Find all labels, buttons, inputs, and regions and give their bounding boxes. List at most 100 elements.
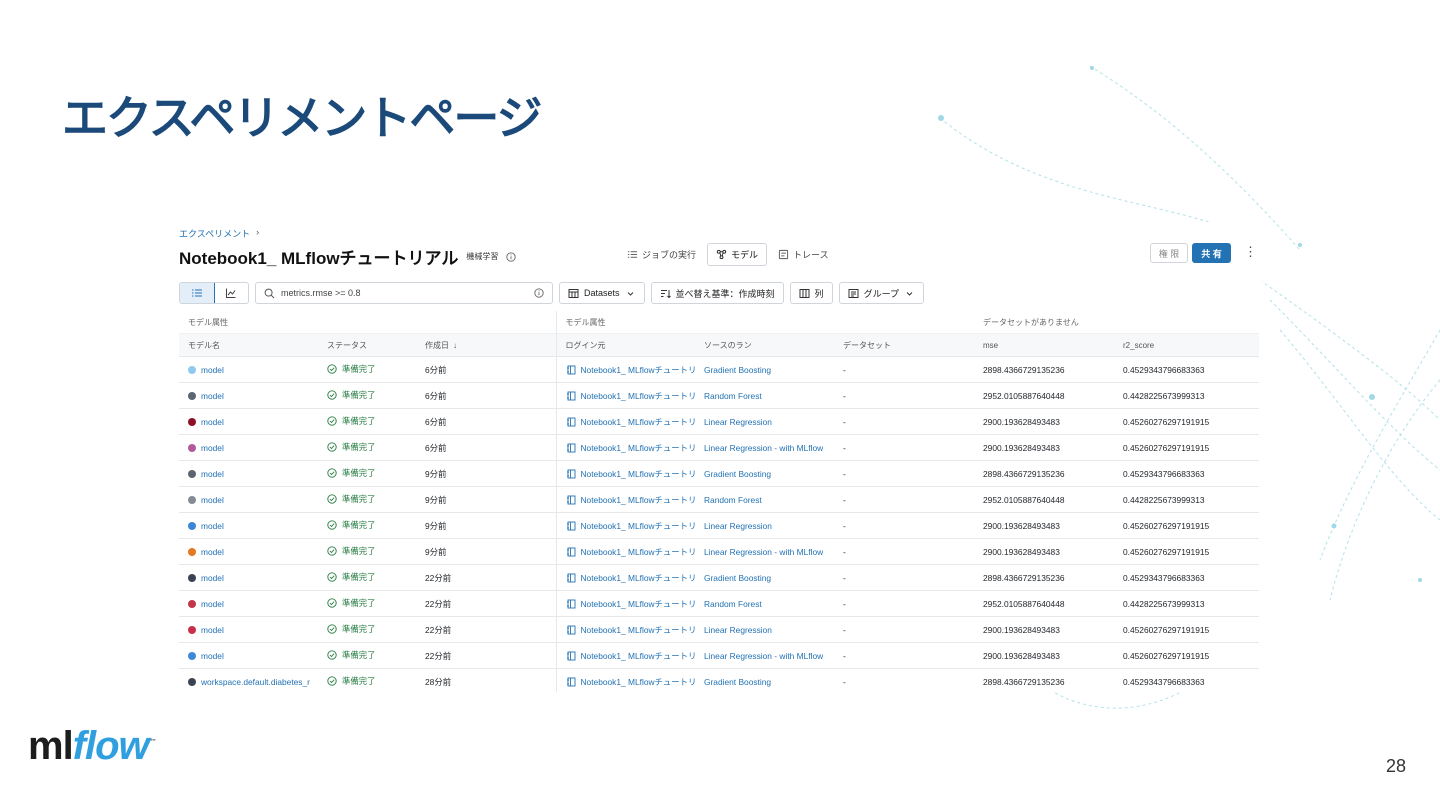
table-row[interactable]: model 準備完了 9分前 Notebook1_ MLflowチュートリ Gradie… [179,460,1260,487]
tab-traces[interactable]: トレース [769,243,838,266]
model-name-link[interactable]: model [201,651,224,661]
source-run-link[interactable]: Gradient Boosting [704,573,771,583]
datasets-dropdown[interactable]: Datasets [559,282,645,304]
model-name-cell[interactable]: model [179,590,318,617]
logged-from-cell[interactable]: Notebook1_ MLflowチュートリ [556,668,696,692]
chart-view-button[interactable] [214,283,248,303]
logged-from-cell[interactable]: Notebook1_ MLflowチュートリ [556,642,696,669]
group-dropdown[interactable]: グループ [838,282,925,304]
logged-from-cell[interactable]: Notebook1_ MLflowチュートリ [556,512,696,539]
source-run-link[interactable]: Gradient Boosting [704,365,771,375]
column-header[interactable]: ログイン元 [556,333,695,357]
model-name-cell[interactable]: model [179,538,318,565]
list-view-button[interactable] [180,283,215,303]
model-name-link[interactable]: model [201,365,224,375]
model-name-cell[interactable]: model [179,356,318,383]
notebook-link[interactable]: Notebook1_ MLflowチュートリ [581,521,696,531]
logged-from-cell[interactable]: Notebook1_ MLflowチュートリ [556,460,696,487]
source-run-cell[interactable]: Linear Regression [695,512,834,539]
table-row[interactable]: model 準備完了 22分前 Notebook1_ MLflowチュートリ Linea… [179,616,1260,643]
logged-from-cell[interactable]: Notebook1_ MLflowチュートリ [556,486,696,513]
source-run-link[interactable]: Random Forest [704,599,762,609]
source-run-link[interactable]: Linear Regression - with MLflow [704,443,823,453]
source-run-cell[interactable]: Gradient Boosting [695,460,834,487]
source-run-cell[interactable]: Linear Regression [695,616,834,643]
source-run-link[interactable]: Linear Regression [704,417,772,427]
columns-button[interactable]: 列 [789,282,833,304]
source-run-link[interactable]: Gradient Boosting [704,469,771,479]
notebook-link[interactable]: Notebook1_ MLflowチュートリ [581,391,696,401]
notebook-link[interactable]: Notebook1_ MLflowチュートリ [581,443,696,453]
tab-runs[interactable]: ジョブの実行 [618,243,705,266]
column-header[interactable]: ソースのラン [695,333,834,357]
source-run-cell[interactable]: Gradient Boosting [695,356,834,383]
notebook-link[interactable]: Notebook1_ MLflowチュートリ [581,417,696,427]
tab-models[interactable]: モデル [707,243,768,266]
model-name-cell[interactable]: model [179,434,318,461]
experiment-tag[interactable]: 機械学習 [466,251,498,262]
model-name-link[interactable]: model [201,469,224,479]
column-header[interactable]: モデル名 [179,333,318,357]
table-row[interactable]: model 準備完了 22分前 Notebook1_ MLflowチュートリ Rando… [179,590,1260,617]
source-run-cell[interactable]: Linear Regression - with MLflow [695,434,834,461]
source-run-link[interactable]: Random Forest [704,391,762,401]
notebook-link[interactable]: Notebook1_ MLflowチュートリ [581,677,696,687]
search-info-icon[interactable] [534,288,544,298]
logged-from-cell[interactable]: Notebook1_ MLflowチュートリ [556,564,695,591]
table-row[interactable]: model 準備完了 6分前 Notebook1_ MLflowチュートリ Gradie… [179,356,1260,383]
notebook-link[interactable]: Notebook1_ MLflowチュートリ [581,625,696,635]
table-row[interactable]: model 準備完了 22分前 Notebook1_ MLflowチュートリ Linea… [179,642,1260,669]
notebook-link[interactable]: Notebook1_ MLflowチュートリ [581,599,696,609]
column-header[interactable]: r2_score [1114,333,1260,357]
column-header-created[interactable]: 作成日 ↓ [416,333,557,357]
model-name-cell[interactable]: model [179,564,318,591]
logged-from-cell[interactable]: Notebook1_ MLflowチュートリ [556,382,696,409]
table-row[interactable]: model 準備完了 9分前 Notebook1_ MLflowチュートリ Linear… [179,538,1260,565]
logged-from-cell[interactable]: Notebook1_ MLflowチュートリ [556,590,696,617]
source-run-link[interactable]: Linear Regression - with MLflow [704,651,823,661]
model-name-cell[interactable]: model [179,642,318,669]
notebook-link[interactable]: Notebook1_ MLflowチュートリ [581,547,696,557]
model-name-cell[interactable]: model [179,512,318,539]
sort-button[interactable]: 並べ替え基準：作成時刻 [650,282,784,304]
model-name-link[interactable]: model [201,547,224,557]
table-row[interactable]: model 準備完了 6分前 Notebook1_ MLflowチュートリ Random… [179,382,1260,409]
source-run-link[interactable]: Linear Regression [704,521,772,531]
breadcrumb-experiments-link[interactable]: エクスペリメント [179,227,250,240]
model-name-link[interactable]: model [201,391,224,401]
model-name-link[interactable]: model [201,417,224,427]
model-name-cell[interactable]: model [179,616,318,643]
more-options-icon[interactable]: ⋮ [1244,244,1257,260]
table-row[interactable]: model 準備完了 9分前 Notebook1_ MLflowチュートリ Random… [179,486,1260,513]
model-name-link[interactable]: workspace.default.diabetes_r [201,677,310,687]
logged-from-cell[interactable]: Notebook1_ MLflowチュートリ [556,408,696,435]
notebook-link[interactable]: Notebook1_ MLflowチュートリ [581,469,696,479]
model-name-link[interactable]: model [201,573,224,583]
model-name-link[interactable]: model [201,495,224,505]
source-run-cell[interactable]: Random Forest [695,382,834,409]
source-run-cell[interactable]: Linear Regression - with MLflow [695,538,834,565]
model-name-link[interactable]: model [201,521,224,531]
source-run-link[interactable]: Linear Regression - with MLflow [704,547,823,557]
logged-from-cell[interactable]: Notebook1_ MLflowチュートリ [556,356,696,383]
model-name-cell[interactable]: model [179,486,318,513]
logged-from-cell[interactable]: Notebook1_ MLflowチュートリ [556,538,696,565]
source-run-cell[interactable]: Random Forest [695,590,834,617]
notebook-link[interactable]: Notebook1_ MLflowチュートリ [581,651,696,661]
table-row[interactable]: model 準備完了 6分前 Notebook1_ MLflowチュートリ Linear… [179,434,1260,461]
notebook-link[interactable]: Notebook1_ MLflowチュートリ [581,365,696,375]
source-run-link[interactable]: Gradient Boosting [704,677,771,687]
source-run-cell[interactable]: Random Forest [695,486,834,513]
model-name-cell[interactable]: workspace.default.diabetes_r [179,668,318,692]
search-input[interactable]: metrics.rmse >= 0.8 [255,282,553,304]
model-name-link[interactable]: model [201,443,224,453]
table-row[interactable]: model 準備完了 9分前 Notebook1_ MLflowチュートリ Linear… [179,512,1260,539]
source-run-link[interactable]: Random Forest [704,495,762,505]
source-run-cell[interactable]: Gradient Boosting [695,564,834,591]
info-icon[interactable] [506,251,517,262]
model-name-cell[interactable]: model [179,382,318,409]
model-name-link[interactable]: model [201,625,224,635]
table-row[interactable]: model 準備完了 6分前 Notebook1_ MLflowチュートリ Linear… [179,408,1260,435]
column-header[interactable]: mse [974,333,1114,357]
notebook-link[interactable]: Notebook1_ MLflowチュートリ [581,495,696,505]
